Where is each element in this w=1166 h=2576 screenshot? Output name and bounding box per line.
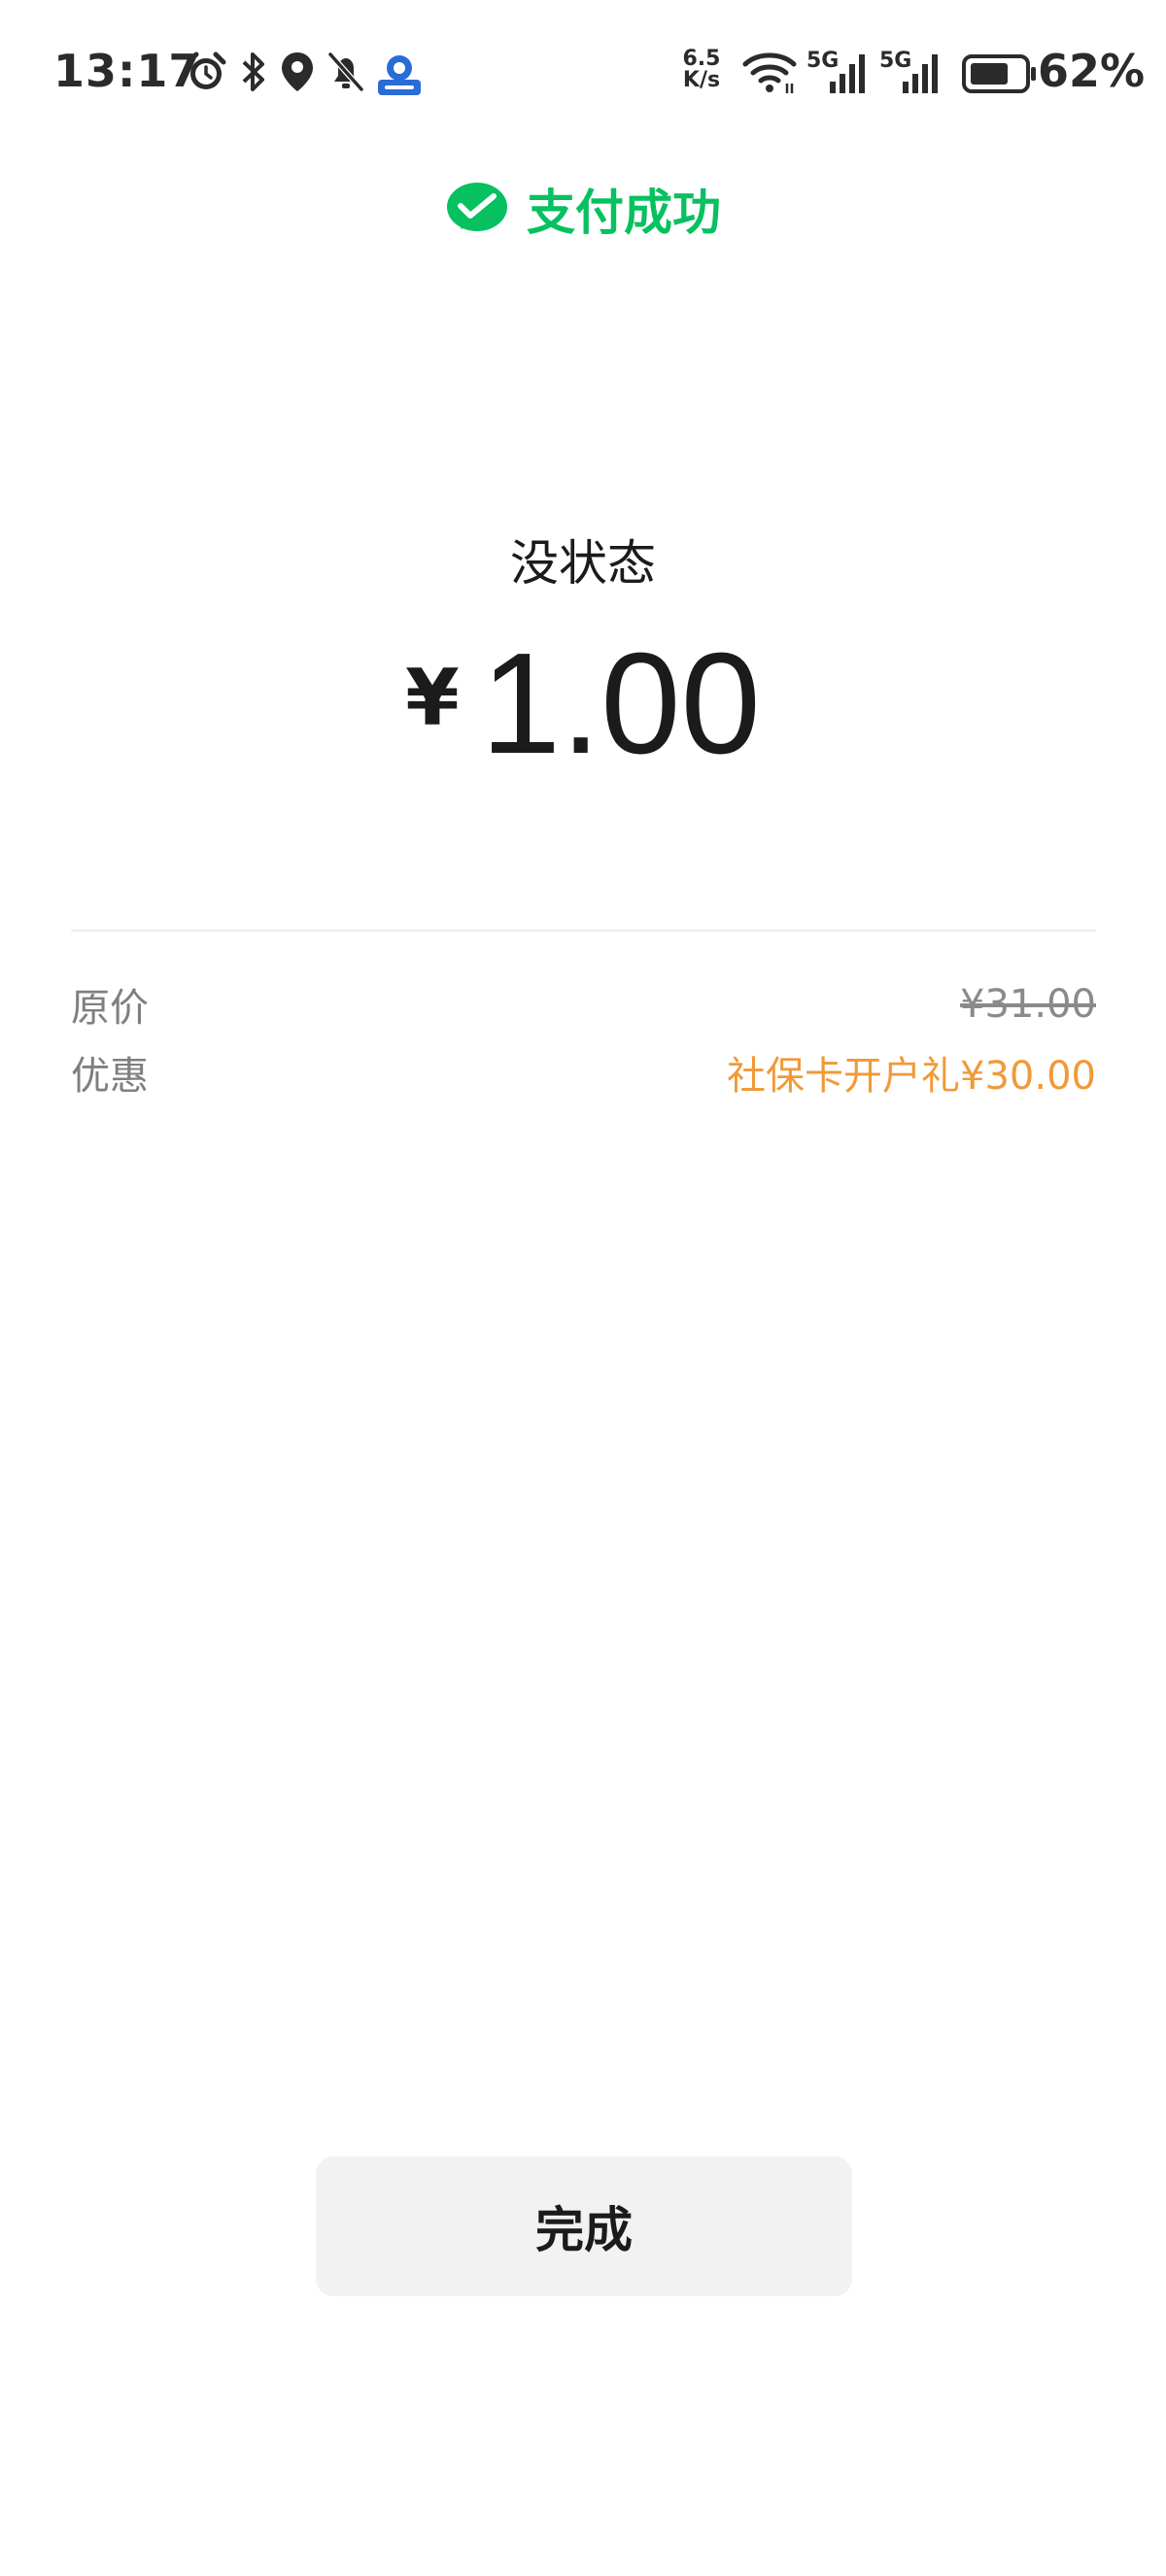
merchant-name: 没状态 [510, 535, 656, 592]
discount-label: 优惠 [71, 1054, 149, 1099]
app-notification-icon [378, 55, 421, 95]
wechat-pay-icon [447, 183, 507, 231]
divider [71, 930, 1096, 932]
original-price-value: ¥31.00 [960, 982, 1096, 1027]
done-button[interactable]: 完成 [316, 2156, 852, 2296]
location-icon [282, 52, 313, 91]
wifi-icon [742, 52, 797, 93]
signal-icon [830, 54, 865, 93]
amount-value: 1.00 [480, 624, 761, 784]
discount-value: 社保卡开户礼¥30.00 [727, 1054, 1096, 1099]
original-price-label: 原价 [71, 986, 149, 1031]
status-time: 13:17 [53, 45, 201, 97]
bluetooth-icon [242, 52, 264, 91]
mute-bell-icon [327, 52, 364, 91]
status-bar: 13:17 6.5 K/s 5G 5G 62% [0, 0, 1166, 146]
battery-icon [962, 54, 1036, 93]
payment-amount: ¥ 1.00 [0, 631, 1166, 777]
currency-symbol: ¥ [405, 653, 460, 743]
discount-row: 优惠 社保卡开户礼¥30.00 [71, 1044, 1096, 1101]
alarm-icon [186, 51, 226, 89]
signal-icon-2 [903, 54, 938, 93]
net-speed: 6.5 K/s [682, 47, 721, 92]
original-price-row: 原价 ¥31.00 [71, 976, 1096, 1033]
payment-status-header: 支付成功 [0, 175, 1166, 243]
payment-success-title: 支付成功 [527, 185, 721, 241]
payment-success-page: 13:17 6.5 K/s 5G 5G 62% 支付成功 没状态 ¥ 1.00 … [0, 0, 1166, 2576]
battery-percent: 62% [1038, 45, 1146, 97]
